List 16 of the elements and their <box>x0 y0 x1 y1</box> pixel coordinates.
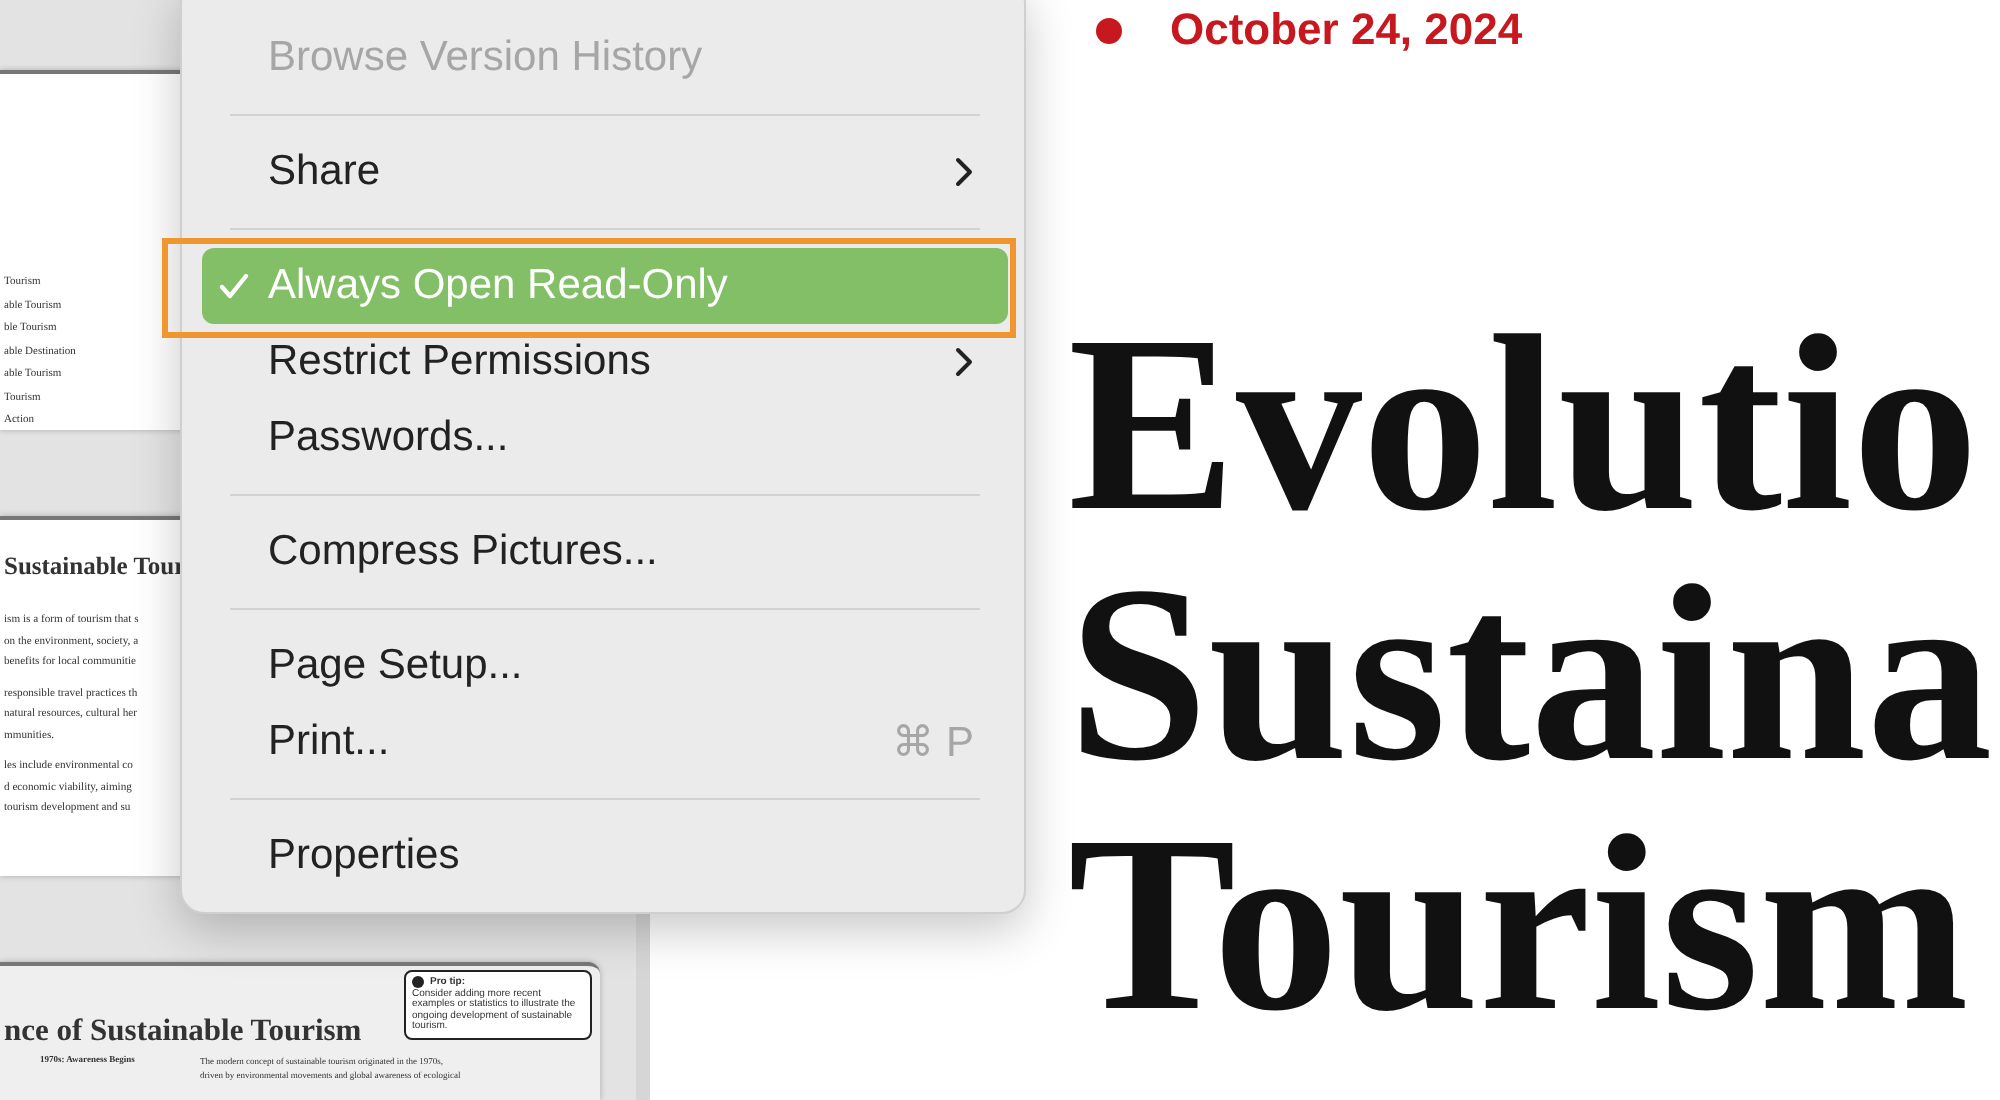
keyboard-shortcut: ⌘ P <box>892 717 974 767</box>
document-title-line: Sustaina <box>1068 550 1995 800</box>
menu-item[interactable]: Print... ⌘ P <box>202 704 1008 780</box>
document-title-line: Tourism <box>1068 800 1971 1050</box>
menu-item[interactable]: Share <box>202 134 1008 210</box>
bullet-dot <box>1096 17 1122 43</box>
menu-item[interactable]: Page Setup... <box>202 628 1008 704</box>
document-title-line: Evolutio <box>1068 300 1981 550</box>
page-heading: nce of Sustainable Tourism <box>4 1013 362 1050</box>
tip-icon <box>412 975 424 988</box>
document-date: October 24, 2024 <box>1170 4 1523 56</box>
menu-item[interactable]: Passwords... <box>202 400 1008 476</box>
menu-item[interactable]: Compress Pictures... <box>202 514 1008 590</box>
page-thumbnail[interactable] <box>0 961 600 1100</box>
menu-item[interactable]: Properties <box>202 818 1008 894</box>
menu-item[interactable]: Restrict Permissions <box>202 324 1008 400</box>
